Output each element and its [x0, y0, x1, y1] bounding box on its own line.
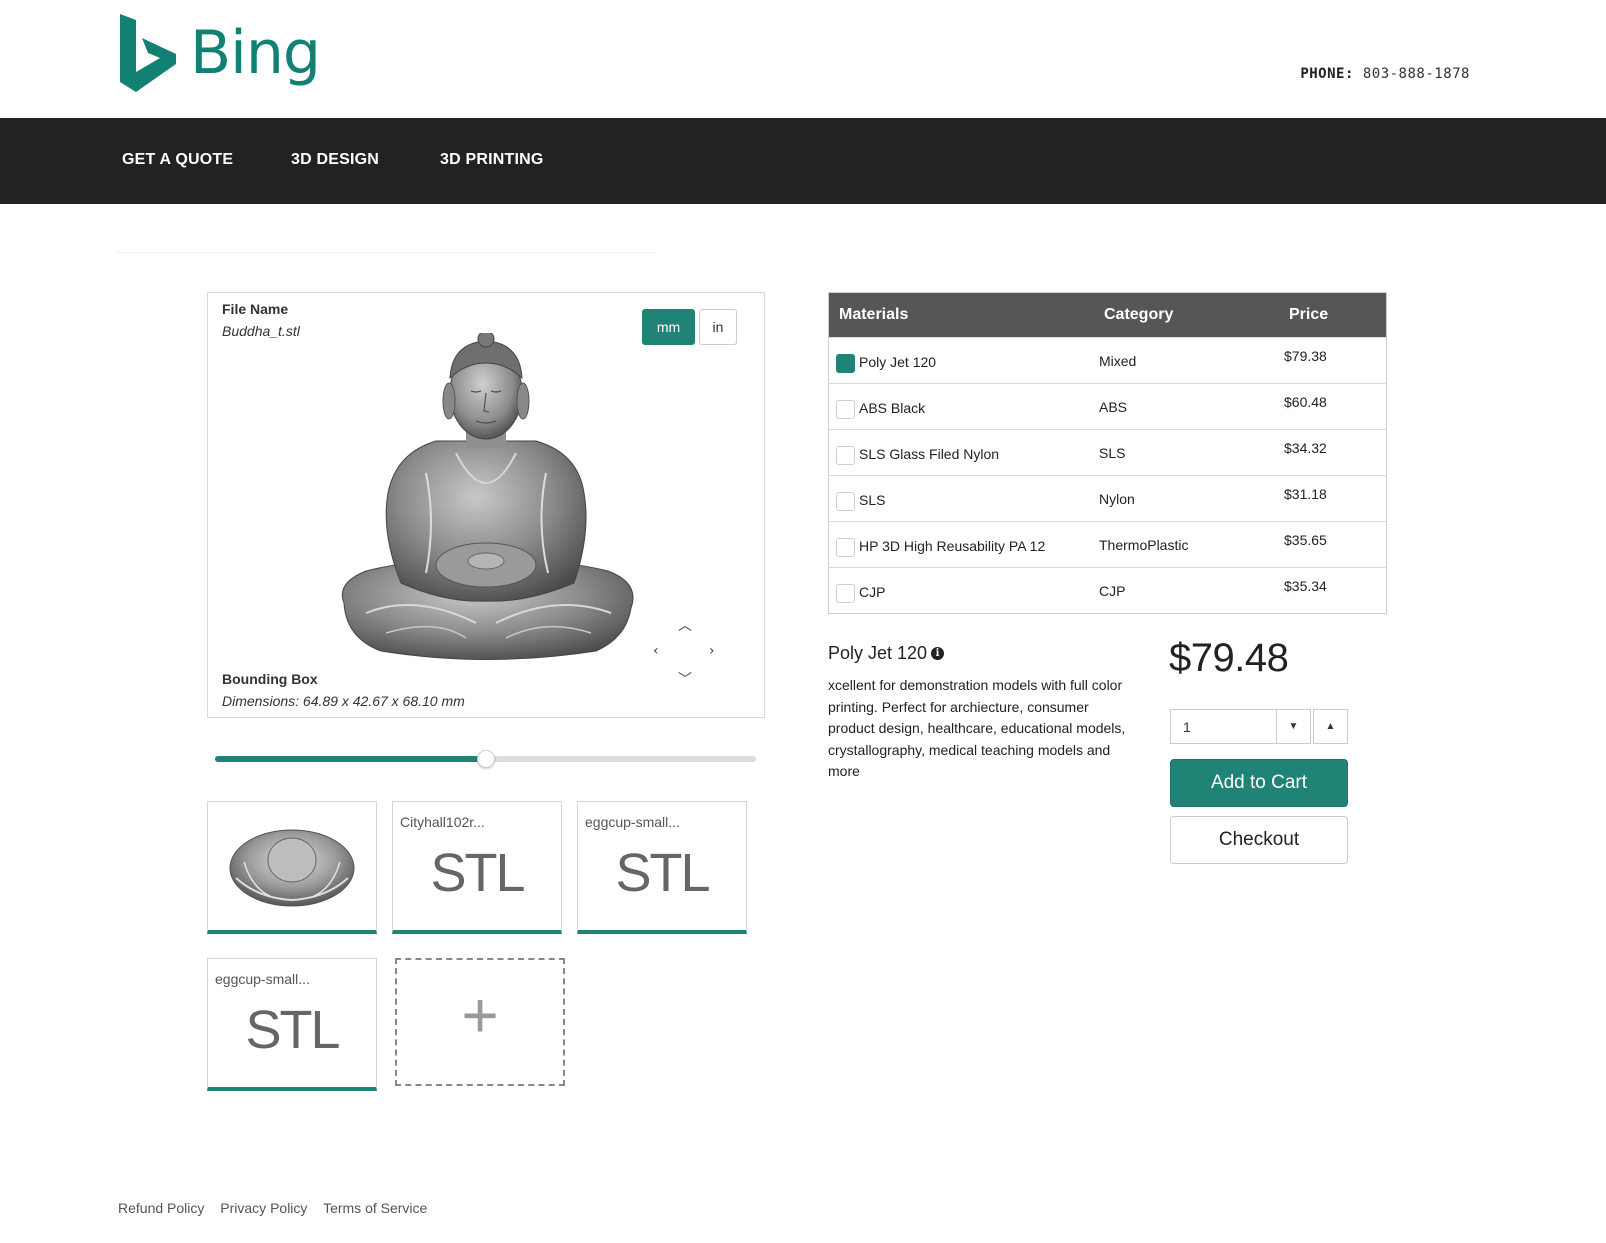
- table-row[interactable]: Poly Jet 120 Mixed $79.38: [829, 337, 1386, 383]
- phone-number: 803-888-1878: [1362, 66, 1470, 82]
- brand-name: Bing: [190, 18, 321, 88]
- material-price: $35.65: [1284, 532, 1327, 548]
- quantity-input[interactable]: [1170, 709, 1277, 744]
- zoom-slider-handle[interactable]: [476, 750, 495, 768]
- file-thumbnail-name: eggcup-small...: [215, 971, 310, 987]
- file-thumbnail[interactable]: [207, 801, 377, 934]
- file-thumbnail[interactable]: Cityhall102r... STL: [392, 801, 562, 934]
- add-to-cart-button[interactable]: Add to Cart: [1170, 759, 1348, 807]
- stl-placeholder: STL: [430, 843, 525, 903]
- table-row[interactable]: HP 3D High Reusability PA 12 ThermoPlast…: [829, 521, 1386, 567]
- file-thumbnail-name: Cityhall102r...: [400, 814, 485, 830]
- footer-links: Refund Policy Privacy Policy Terms of Se…: [118, 1200, 439, 1216]
- material-checkbox[interactable]: [836, 400, 855, 419]
- table-row[interactable]: SLS Nylon $31.18: [829, 475, 1386, 521]
- phone-contact: PHONE: 803-888-1878: [1300, 66, 1470, 82]
- chevron-left-icon[interactable]: ‹: [653, 643, 659, 659]
- material-price: $79.38: [1284, 348, 1327, 364]
- file-thumbnail-name: eggcup-small...: [585, 814, 680, 830]
- chevron-up-icon[interactable]: ︿: [678, 615, 692, 635]
- material-category: Mixed: [1099, 353, 1137, 369]
- column-header-materials: Materials: [839, 306, 909, 323]
- material-price: $60.48: [1284, 394, 1327, 410]
- selected-material-name: Poly Jet 120: [828, 643, 928, 663]
- bounding-box-label: Bounding Box: [222, 671, 318, 687]
- unit-in-button[interactable]: in: [699, 309, 737, 345]
- materials-table-header: Materials Category Price: [829, 293, 1386, 337]
- material-checkbox[interactable]: [836, 446, 855, 465]
- material-name: CJP: [859, 584, 886, 600]
- material-checkbox[interactable]: [836, 538, 855, 557]
- caret-down-icon: ▼: [1288, 721, 1299, 732]
- file-thumbnail[interactable]: eggcup-small... STL: [577, 801, 747, 934]
- table-row[interactable]: CJP CJP $35.34: [829, 567, 1386, 613]
- model-viewer[interactable]: File Name Buddha_t.stl mm in ︿ ‹ › ﹀ Bou…: [207, 292, 765, 718]
- table-row[interactable]: ABS Black ABS $60.48: [829, 383, 1386, 429]
- material-category: SLS: [1099, 445, 1126, 461]
- material-name: HP 3D High Reusability PA 12: [859, 538, 1046, 554]
- material-name: ABS Black: [859, 400, 926, 416]
- unit-mm-button[interactable]: mm: [642, 309, 695, 345]
- checkout-button[interactable]: Checkout: [1170, 816, 1348, 864]
- site-header: Bing PHONE: 803-888-1878: [0, 0, 1606, 118]
- nav-get-a-quote[interactable]: GET A QUOTE: [122, 151, 233, 169]
- stl-placeholder: STL: [245, 1000, 340, 1060]
- zoom-slider-fill: [215, 756, 486, 762]
- zoom-slider[interactable]: [215, 750, 756, 768]
- total-price: $79.48: [1169, 636, 1289, 680]
- bing-logo[interactable]: Bing: [120, 14, 321, 92]
- selected-material-title: Poly Jet 120 i: [828, 643, 945, 664]
- material-checkbox[interactable]: [836, 584, 855, 603]
- material-description: xcellent for demonstration models with f…: [828, 677, 1126, 779]
- chevron-down-icon[interactable]: ﹀: [678, 669, 692, 689]
- plus-icon: +: [461, 979, 499, 1051]
- caret-up-icon: ▲: [1325, 721, 1336, 732]
- footer-link-terms-of-service[interactable]: Terms of Service: [323, 1200, 427, 1216]
- material-checkbox[interactable]: [836, 354, 855, 373]
- quantity-decrease-button[interactable]: ▼: [1276, 709, 1311, 744]
- bing-logo-icon: [120, 14, 176, 92]
- file-name-label: File Name: [222, 301, 289, 317]
- footer-link-refund-policy[interactable]: Refund Policy: [118, 1200, 204, 1216]
- quantity-increase-button[interactable]: ▲: [1313, 709, 1348, 744]
- material-category: Nylon: [1099, 491, 1135, 507]
- materials-table: Materials Category Price Poly Jet 120 Mi…: [828, 292, 1387, 614]
- section-divider: [116, 252, 656, 253]
- nav-3d-printing[interactable]: 3D PRINTING: [440, 151, 544, 169]
- table-row[interactable]: SLS Glass Filed Nylon SLS $34.32: [829, 429, 1386, 475]
- phone-label: PHONE:: [1300, 66, 1354, 82]
- chevron-right-icon[interactable]: ›: [709, 643, 715, 659]
- column-header-category: Category: [1104, 306, 1174, 323]
- buddha-model-render[interactable]: [326, 333, 646, 668]
- stl-placeholder: STL: [615, 843, 710, 903]
- material-price: $31.18: [1284, 486, 1327, 502]
- file-thumbnail[interactable]: eggcup-small... STL: [207, 958, 377, 1091]
- nav-3d-design[interactable]: 3D DESIGN: [291, 151, 379, 169]
- material-price: $34.32: [1284, 440, 1327, 456]
- file-name-value: Buddha_t.stl: [222, 323, 300, 339]
- material-name: SLS: [859, 492, 886, 508]
- material-name: Poly Jet 120: [859, 354, 937, 370]
- material-price: $35.34: [1284, 578, 1327, 594]
- main-nav: GET A QUOTE 3D DESIGN 3D PRINTING: [0, 118, 1606, 204]
- info-icon[interactable]: i: [931, 647, 945, 660]
- material-name: SLS Glass Filed Nylon: [859, 446, 1000, 462]
- dimensions-value: Dimensions: 64.89 x 42.67 x 68.10 mm: [222, 693, 465, 709]
- material-category: ThermoPlastic: [1099, 537, 1189, 553]
- footer-link-privacy-policy[interactable]: Privacy Policy: [220, 1200, 307, 1216]
- material-category: ABS: [1099, 399, 1128, 415]
- material-category: CJP: [1099, 583, 1126, 599]
- material-checkbox[interactable]: [836, 492, 855, 511]
- column-header-price: Price: [1289, 306, 1329, 323]
- add-file-button[interactable]: +: [395, 958, 565, 1086]
- buddha-preview-thumbnail: [229, 829, 355, 907]
